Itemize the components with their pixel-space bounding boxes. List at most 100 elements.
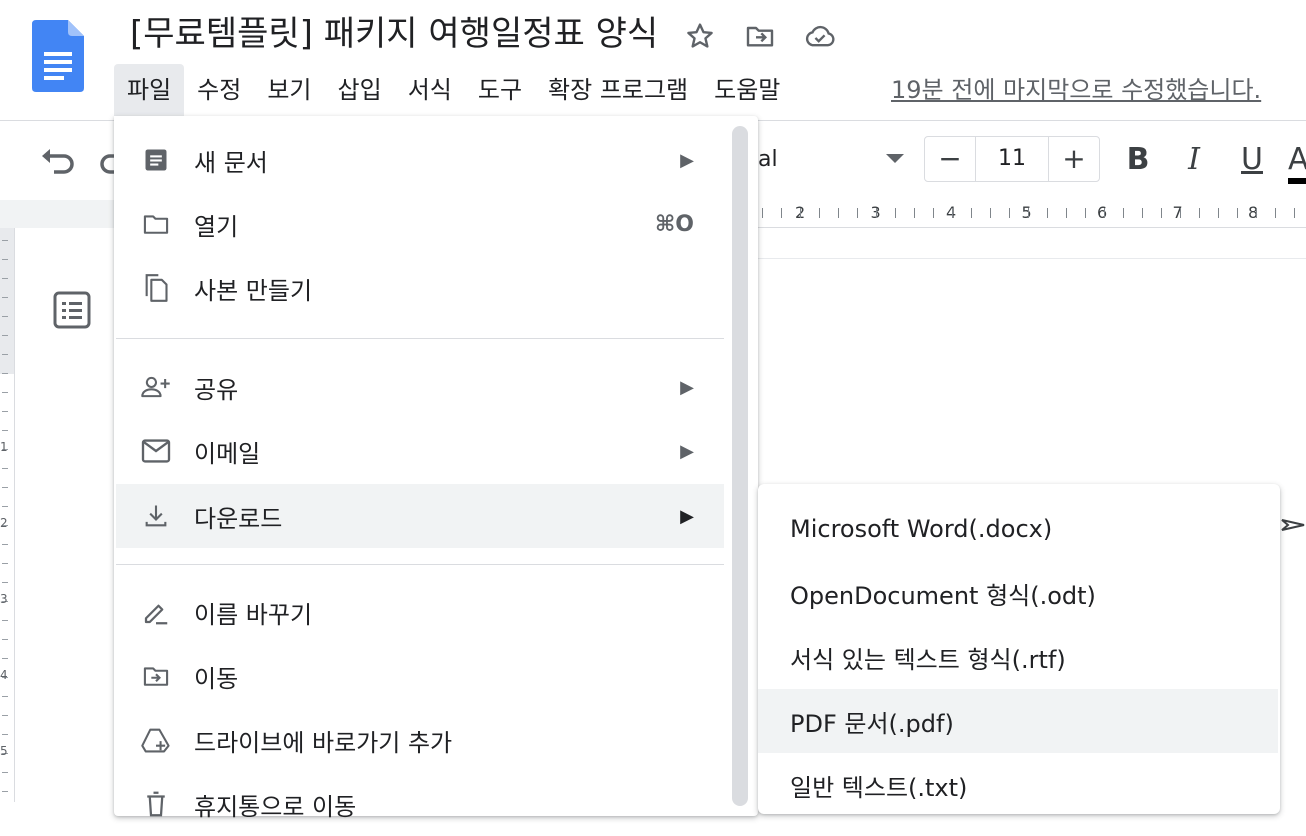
- file-menu-item-email[interactable]: 이메일 ▶: [116, 419, 724, 483]
- last-edit-link[interactable]: 19분 전에 마지막으로 수정했습니다.: [891, 64, 1261, 116]
- font-size-input[interactable]: 11: [975, 137, 1049, 181]
- file-menu-item-new-document[interactable]: 새 문서 ▶: [116, 128, 724, 192]
- vertical-ruler-tick: [2, 240, 8, 241]
- trash-icon: [140, 788, 172, 820]
- menu-item-label: 서식 있는 텍스트 형식(.rtf): [790, 645, 1066, 674]
- vertical-ruler-tick: [2, 696, 8, 697]
- ruler-tick: [1275, 208, 1276, 218]
- text-color-swatch: [1288, 178, 1306, 184]
- bold-button[interactable]: B: [1120, 140, 1156, 180]
- vertical-ruler-tick: [2, 259, 8, 260]
- download-option-pdf[interactable]: PDF 문서(.pdf): [758, 689, 1278, 753]
- vertical-ruler-number: 3: [0, 592, 8, 606]
- menu-item-label: OpenDocument 형식(.odt): [790, 581, 1096, 610]
- menu-divider: [116, 338, 724, 339]
- mail-icon: [140, 435, 172, 467]
- menu-extensions[interactable]: 확장 프로그램: [535, 64, 701, 116]
- ruler-tick: [1142, 208, 1143, 218]
- ruler-tick: [1009, 208, 1010, 218]
- menu-item-label: 열기: [194, 212, 239, 241]
- vertical-ruler-margin: [0, 228, 14, 374]
- file-menu-scrollbar[interactable]: [732, 126, 748, 806]
- download-option-docx[interactable]: Microsoft Word(.docx): [758, 497, 1278, 561]
- menu-item-label: PDF 문서(.pdf): [790, 709, 954, 738]
- file-menu-item-rename[interactable]: 이름 바꾸기: [116, 580, 724, 644]
- vertical-ruler-tick: [2, 430, 8, 431]
- ruler-tick: [952, 208, 953, 218]
- vertical-ruler-tick: [2, 582, 8, 583]
- increase-font-size-button[interactable]: +: [1049, 137, 1099, 181]
- menu-file[interactable]: 파일: [114, 64, 185, 116]
- vertical-ruler-number: 2: [0, 516, 8, 530]
- download-option-txt[interactable]: 일반 텍스트(.txt): [758, 753, 1278, 817]
- font-size-control: − 11 +: [924, 136, 1100, 182]
- vertical-ruler-tick: [2, 639, 8, 640]
- menu-item-label: 다운로드: [194, 504, 283, 533]
- vertical-ruler-tick: [2, 297, 8, 298]
- underline-button[interactable]: U: [1234, 140, 1270, 180]
- font-dropdown-caret-icon[interactable]: [886, 154, 904, 163]
- ruler-tick: [1161, 208, 1162, 218]
- ruler-number: 6: [1097, 203, 1108, 222]
- docs-logo-icon[interactable]: [32, 20, 84, 92]
- vertical-ruler-number: 4: [0, 668, 8, 682]
- vertical-ruler-tick: [2, 468, 8, 469]
- ruler-tick: [914, 208, 915, 218]
- italic-button[interactable]: I: [1176, 140, 1212, 180]
- horizontal-ruler[interactable]: [758, 200, 1306, 228]
- menu-edit[interactable]: 수정: [184, 64, 254, 116]
- font-family-select[interactable]: al: [758, 140, 778, 180]
- ruler-tick: [1180, 208, 1181, 218]
- vertical-ruler-number: 5: [0, 744, 8, 758]
- submenu-arrow-icon: ▶: [680, 149, 694, 171]
- file-menu-item-make-copy[interactable]: 사본 만들기: [116, 256, 724, 320]
- star-icon[interactable]: [682, 18, 718, 54]
- menu-help[interactable]: 도움말: [701, 64, 793, 116]
- vertical-ruler-tick: [2, 715, 8, 716]
- vertical-ruler-tick: [2, 373, 8, 374]
- ruler-tick: [1256, 208, 1257, 218]
- decrease-font-size-button[interactable]: −: [925, 137, 975, 181]
- text-color-button[interactable]: A: [1288, 140, 1306, 180]
- vertical-ruler-number: 1: [0, 440, 8, 454]
- keyboard-shortcut: ⌘O: [654, 211, 694, 237]
- document-title[interactable]: [무료템플릿] 패키지 여행일정표 양식: [130, 12, 658, 56]
- file-menu-item-move[interactable]: 이동: [116, 644, 724, 708]
- file-menu-item-add-shortcut[interactable]: 드라이브에 바로가기 추가: [116, 708, 724, 772]
- ruler-tick: [838, 208, 839, 218]
- menu-item-label: 사본 만들기: [194, 276, 313, 305]
- ruler-tick: [1199, 208, 1200, 218]
- file-menu-item-download[interactable]: 다운로드 ▶: [116, 484, 724, 548]
- cloud-saved-icon[interactable]: [802, 18, 838, 54]
- vertical-ruler-tick: [2, 563, 8, 564]
- ruler-tick: [1294, 208, 1295, 218]
- file-menu-item-open[interactable]: 열기 ⌘O: [116, 192, 724, 256]
- vertical-ruler-tick: [2, 278, 8, 279]
- menu-item-label: 새 문서: [194, 148, 268, 177]
- download-option-rtf[interactable]: 서식 있는 텍스트 형식(.rtf): [758, 625, 1278, 689]
- copy-icon: [140, 272, 172, 304]
- vertical-ruler-tick: [2, 506, 8, 507]
- file-menu-item-share[interactable]: 공유 ▶: [116, 355, 724, 419]
- ruler-tick: [971, 208, 972, 218]
- menu-view[interactable]: 보기: [254, 64, 324, 116]
- undo-icon[interactable]: [38, 146, 78, 176]
- menu-item-label: 일반 텍스트(.txt): [790, 773, 968, 802]
- vertical-ruler-tick: [2, 791, 8, 792]
- ruler-tick: [1066, 208, 1067, 218]
- menu-item-label: Microsoft Word(.docx): [790, 515, 1053, 543]
- move-folder-icon: [140, 660, 172, 692]
- menu-tools[interactable]: 도구: [465, 64, 535, 116]
- ruler-tick: [819, 208, 820, 218]
- menu-format[interactable]: 서식: [395, 64, 465, 116]
- document-outline-icon[interactable]: [52, 290, 92, 330]
- drive-shortcut-icon: [140, 724, 172, 756]
- vertical-ruler-tick: [2, 392, 8, 393]
- file-menu-item-trash[interactable]: 휴지통으로 이동: [116, 772, 724, 836]
- move-folder-icon[interactable]: [742, 18, 778, 54]
- menu-insert[interactable]: 삽입: [325, 64, 395, 116]
- ruler-tick: [1218, 208, 1219, 218]
- ruler-tick: [762, 208, 763, 218]
- ruler-tick: [895, 208, 896, 218]
- download-option-odt[interactable]: OpenDocument 형식(.odt): [758, 561, 1278, 625]
